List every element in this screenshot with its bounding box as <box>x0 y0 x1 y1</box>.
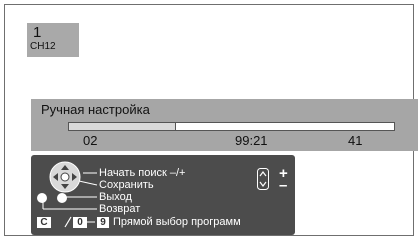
key-0: 0 <box>73 217 87 228</box>
tuning-end-value: 41 <box>348 133 363 148</box>
key-c: C <box>37 217 51 228</box>
tuning-progress-bar <box>68 122 395 131</box>
osd-screen: 1 CH12 Ручная настройка 02 99:21 41 Нача… <box>4 4 418 236</box>
help-save: Сохранить <box>99 179 154 191</box>
help-exit: Выход <box>99 191 132 203</box>
help-panel: Начать поиск –/+ Сохранить Выход Возврат… <box>31 155 295 235</box>
channel-name: CH12 <box>30 41 56 52</box>
blue-dot-icon <box>57 193 67 203</box>
help-back: Возврат <box>99 203 141 215</box>
up-down-icon <box>257 168 269 190</box>
minus-sign: – <box>279 177 288 194</box>
channel-number: 1 <box>33 24 42 41</box>
help-direct-select: Прямой выбор программ <box>113 216 241 228</box>
tuning-frequency-value: 99:21 <box>235 133 268 148</box>
channel-badge: 1 CH12 <box>27 23 79 57</box>
help-start-search: Начать поиск –/+ <box>99 167 186 179</box>
tuning-progress-fill <box>69 123 177 130</box>
tuning-start-value: 02 <box>83 133 98 148</box>
key-9: 9 <box>97 217 109 228</box>
manual-tuning-panel: Ручная настройка 02 99:21 41 <box>31 99 418 151</box>
manual-tuning-title: Ручная настройка <box>41 102 150 117</box>
red-dot-icon <box>37 193 47 203</box>
